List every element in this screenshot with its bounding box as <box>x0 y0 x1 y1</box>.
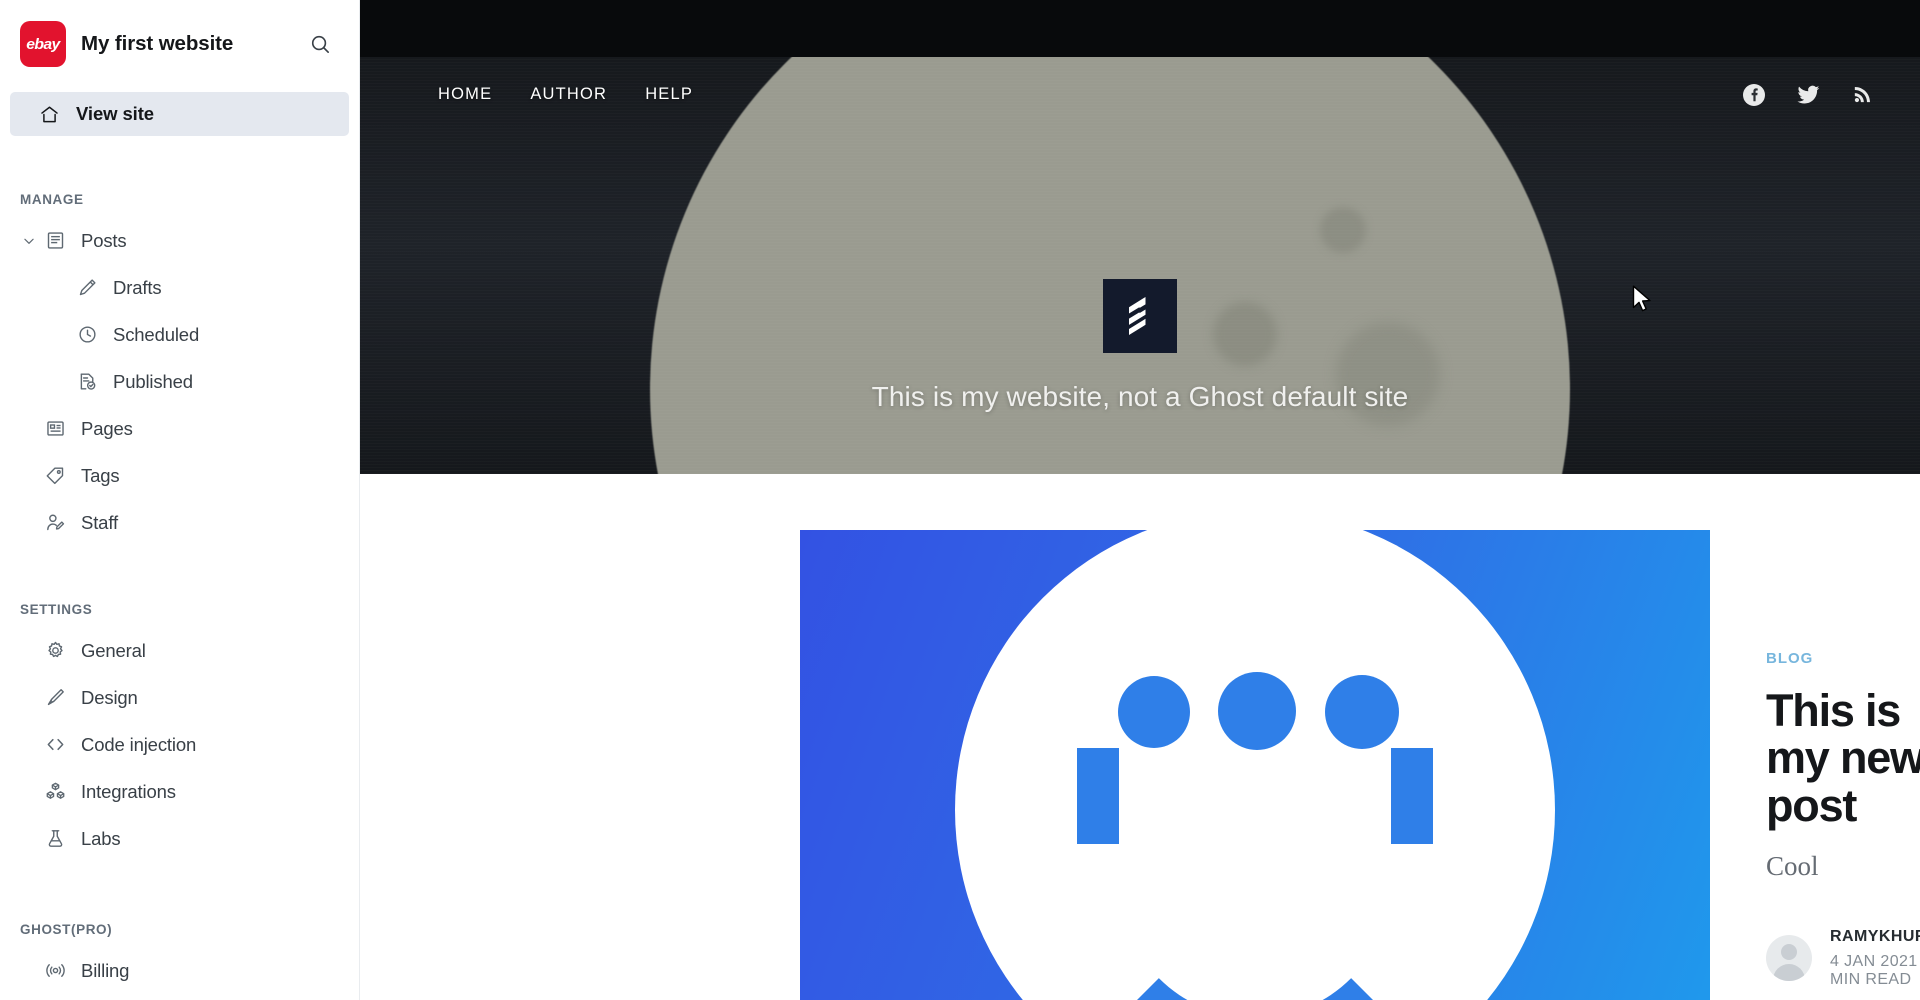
post-featured-image[interactable] <box>800 530 1710 1000</box>
document-check-icon <box>76 371 98 393</box>
rss-icon[interactable] <box>1851 83 1874 106</box>
avatar <box>1766 935 1812 982</box>
sidebar-item-design[interactable]: Design <box>0 674 359 721</box>
gear-icon <box>44 640 66 662</box>
sidebar-item-label: Scheduled <box>113 323 200 345</box>
sidebar-item-drafts[interactable]: Drafts <box>0 264 359 311</box>
post-excerpt: Cool <box>1766 850 1819 881</box>
site-nav: HOME AUTHOR HELP <box>360 57 1920 132</box>
code-icon <box>44 734 66 756</box>
site-preview: HOME AUTHOR HELP This is my website, not… <box>360 0 1920 1000</box>
sidebar-item-general[interactable]: General <box>0 627 359 674</box>
sidebar-item-label: Drafts <box>113 276 162 298</box>
post-date-readtime: 4 JAN 2021 · 1 MIN READ <box>1830 953 1920 989</box>
sidebar-group-manage: MANAGE Posts Drafts Scheduled Published … <box>0 192 359 546</box>
sidebar-group-title: GHOST(PRO) <box>20 922 113 937</box>
pages-icon <box>44 418 66 440</box>
sidebar-item-view-site[interactable]: View site <box>10 92 349 136</box>
clock-icon <box>76 324 98 346</box>
sidebar-item-scheduled[interactable]: Scheduled <box>0 311 359 358</box>
preview-topbar <box>360 0 1920 57</box>
sidebar-item-label: Integrations <box>81 780 176 802</box>
paintbrush-icon <box>44 687 66 709</box>
sidebar-item-label: Staff <box>81 511 118 533</box>
site-nav-item-help[interactable]: HELP <box>645 85 693 104</box>
sidebar-item-label: Published <box>113 370 193 392</box>
sidebar-item-label: Labs <box>81 827 121 849</box>
sidebar-item-posts[interactable]: Posts <box>0 217 359 264</box>
search-icon[interactable] <box>303 27 337 61</box>
post-title[interactable]: This is my new post <box>1766 687 1920 829</box>
ebay-logo-icon: ebay <box>20 21 66 67</box>
site-title: My first website <box>81 32 234 55</box>
integrations-icon <box>44 781 66 803</box>
sidebar-header: ebay My first website <box>0 0 359 88</box>
admin-sidebar: ebay My first website View site MANAGE P… <box>0 0 360 1000</box>
sidebar-item-code-injection[interactable]: Code injection <box>0 721 359 768</box>
sidebar-item-staff[interactable]: Staff <box>0 499 359 546</box>
post-card: BLOG This is my new post Cool RAMYKHUFFA… <box>360 530 1920 1000</box>
sidebar-group-ghost-pro: GHOST(PRO) Billing <box>0 922 359 994</box>
hero-content: This is my website, not a Ghost default … <box>360 279 1920 413</box>
site-hero: HOME AUTHOR HELP This is my website, not… <box>360 57 1920 474</box>
sidebar-item-billing[interactable]: Billing <box>0 947 359 994</box>
sidebar-item-label: View site <box>76 103 154 124</box>
site-nav-item-home[interactable]: HOME <box>438 85 492 104</box>
staff-icon <box>44 512 66 534</box>
post-details: BLOG This is my new post Cool RAMYKHUFFA… <box>1710 530 1920 989</box>
post-author[interactable]: RAMYKHUFFASH <box>1830 928 1920 946</box>
post-tag[interactable]: BLOG <box>1766 650 1920 667</box>
facebook-icon[interactable] <box>1742 83 1766 107</box>
sidebar-item-label: Code injection <box>81 733 197 755</box>
sidebar-item-label: Tags <box>81 464 120 486</box>
ebay-logo-text: ebay <box>26 35 60 53</box>
ghost-logo-icon <box>1103 279 1177 353</box>
home-icon <box>38 103 60 125</box>
twitter-icon[interactable] <box>1796 82 1821 107</box>
site-nav-item-author[interactable]: AUTHOR <box>530 85 607 104</box>
pencil-icon <box>76 277 98 299</box>
hero-tagline: This is my website, not a Ghost default … <box>871 381 1409 412</box>
sidebar-item-labs[interactable]: Labs <box>0 815 359 862</box>
billing-icon <box>44 960 66 982</box>
sidebar-group-settings: SETTINGS General Design Code injection I… <box>0 602 359 862</box>
tag-icon <box>44 465 66 487</box>
sidebar-item-integrations[interactable]: Integrations <box>0 768 359 815</box>
sidebar-item-tags[interactable]: Tags <box>0 452 359 499</box>
sidebar-item-published[interactable]: Published <box>0 358 359 405</box>
site-social-links <box>1742 82 1874 107</box>
sidebar-group-title: SETTINGS <box>20 602 93 617</box>
post-date: 4 JAN 2021 <box>1830 952 1918 970</box>
sidebar-item-label: Billing <box>81 959 130 981</box>
sidebar-item-label: Posts <box>81 229 127 251</box>
sidebar-item-pages[interactable]: Pages <box>0 405 359 452</box>
sidebar-group-title: MANAGE <box>20 192 84 207</box>
sidebar-item-label: General <box>81 639 146 661</box>
sidebar-item-label: Pages <box>81 417 133 439</box>
post-feed: BLOG This is my new post Cool RAMYKHUFFA… <box>360 474 1920 1000</box>
smiley-face-graphic <box>955 530 1555 1000</box>
chevron-down-icon[interactable] <box>20 234 38 248</box>
posts-icon <box>44 230 66 252</box>
sidebar-item-label: Design <box>81 686 138 708</box>
flask-icon <box>44 828 66 850</box>
post-byline: RAMYKHUFFASH 4 JAN 2021 · 1 MIN READ <box>1766 928 1920 989</box>
